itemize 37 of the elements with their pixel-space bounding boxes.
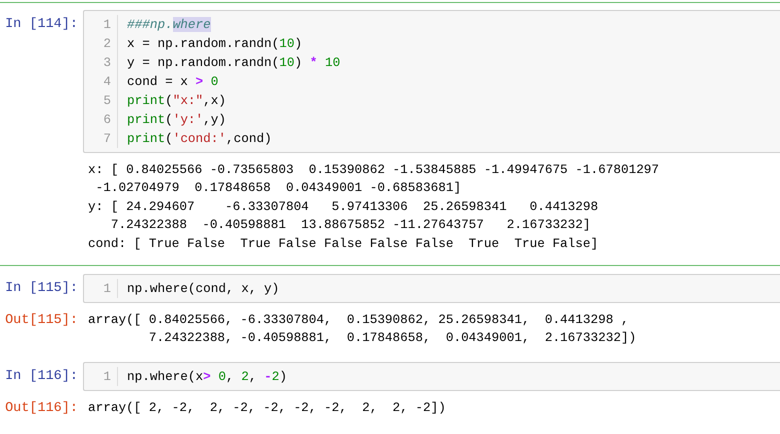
output-line: y: [ 24.294607 -6.33307804 5.97413306 25.26598341 0.4413298 <box>88 198 600 216</box>
code-editor[interactable]: 1 2 3 4 5 6 7 ###np.where x = np.random.randn(10) y = np.random.randn(10) * 10 cond = x > 0 print("x:",x) print('y:',y) print('cond:',cond) <box>83 10 780 153</box>
line-number: 1 <box>102 368 111 386</box>
output-line: array([ 2, -2, 2, -2, -2, -2, -2, 2, 2, -2]) <box>88 399 446 418</box>
output-prompt: Out[116]: <box>5 400 79 418</box>
output-line: 7.24322388 -0.40598881 13.88675852 -11.27643757 2.16733232] <box>110 216 592 234</box>
input-prompt: In [116]: <box>5 368 79 386</box>
notebook-cell[interactable]: In [116]: 1 np.where(x> 0, 2, -2) Out[116]: array([ 2, -2, 2, -2, -2, -2, -2, 2, 2, -2]) <box>0 354 780 426</box>
code-editor[interactable]: 1 np.where(x> 0, 2, -2) <box>83 362 780 392</box>
input-prompt: In [114]: <box>5 16 79 34</box>
line-number: 1 <box>102 16 111 34</box>
code-line: print("x:",x) <box>127 92 228 110</box>
code-editor[interactable]: 1 np.where(cond, x, y) <box>83 274 780 304</box>
code-line: print('cond:',cond) <box>127 130 273 148</box>
output-line: array([ 0.84025566, -6.33307804, 0.15390862, 25.26598341, 0.4413298 , <box>88 311 630 330</box>
code-line: np.where(cond, x, y) <box>127 280 280 298</box>
line-number: 4 <box>102 73 111 91</box>
output-line: cond: [ True False True False False False False True True False] <box>88 234 600 253</box>
code-line: np.where(x> 0, 2, -2) <box>127 368 287 386</box>
line-number: 5 <box>102 92 111 110</box>
line-number: 6 <box>102 111 111 129</box>
output-line: x: [ 0.84025566 -0.73565803 0.15390862 -1.53845885 -1.49947675 -1.67801297 <box>88 161 660 179</box>
input-prompt: In [115]: <box>5 280 79 298</box>
code-line: y = np.random.randn(10) * 10 <box>127 54 340 72</box>
code-line: ###np.where <box>127 16 212 34</box>
code-line: print('y:',y) <box>127 111 228 129</box>
code-line: cond = x > 0 <box>127 73 220 91</box>
notebook-cell[interactable]: In [115]: 1 np.where(cond, x, y) Out[115]: array([ 0.84025566, -6.33307804, 0.15390862, 25.26598341, 0.4413298 , 7.24322388, -0.40598881, 0.17848658, 0.04349001, 2.16733232]) <box>0 266 780 354</box>
notebook-cell[interactable] <box>0 2 780 266</box>
line-number: 1 <box>102 280 111 298</box>
output-line: -1.02704979 0.17848658 0.04349001 -0.68583681] <box>94 179 462 198</box>
code-line: x = np.random.randn(10) <box>127 35 304 53</box>
line-number: 7 <box>102 130 111 148</box>
line-number: 2 <box>102 35 111 53</box>
output-line: 7.24322388, -0.40598881, 0.17848658, 0.04349001, 2.16733232]) <box>148 329 636 348</box>
output-prompt: Out[115]: <box>5 312 79 330</box>
line-number: 3 <box>102 54 111 72</box>
